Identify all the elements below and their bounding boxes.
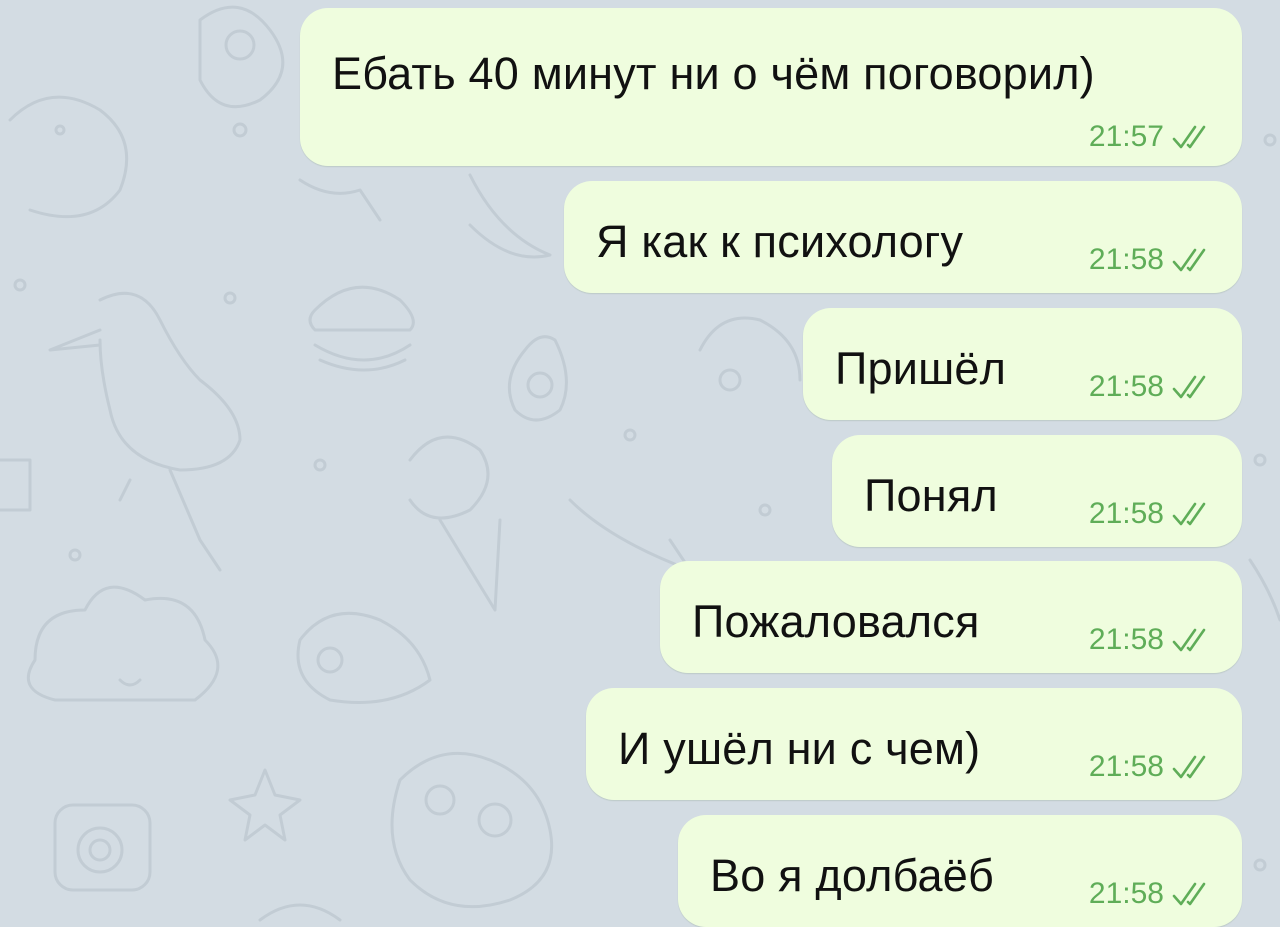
outgoing-message-bubble[interactable]: Во я долбаёб 21:58 <box>678 815 1242 927</box>
message-time: 21:58 <box>1088 243 1164 276</box>
message-text: И ушёл ни с чем) <box>618 723 981 774</box>
double-check-icon <box>1172 375 1206 399</box>
outgoing-message-bubble[interactable]: И ушёл ни с чем) 21:58 <box>586 688 1242 800</box>
message-time: 21:58 <box>1088 497 1164 530</box>
double-check-icon <box>1172 628 1206 652</box>
double-check-icon <box>1172 755 1206 779</box>
message-time: 21:58 <box>1088 370 1164 403</box>
message-text: Понял <box>864 470 998 521</box>
message-meta: 21:58 <box>1089 243 1212 277</box>
double-check-icon <box>1172 125 1206 149</box>
outgoing-message-bubble[interactable]: Пришёл 21:58 <box>803 308 1242 420</box>
message-meta: 21:58 <box>1089 877 1212 911</box>
message-text: Пришёл <box>835 343 1007 394</box>
message-text: Во я долбаёб <box>710 850 994 901</box>
message-text: Я как к психологу <box>596 216 964 267</box>
message-meta: 21:58 <box>1089 497 1212 531</box>
outgoing-message-bubble[interactable]: Понял 21:58 <box>832 435 1242 547</box>
outgoing-message-bubble[interactable]: Ебать 40 минут ни о чём поговорил) 21:57 <box>300 8 1242 166</box>
outgoing-message-bubble[interactable]: Пожаловался 21:58 <box>660 561 1242 673</box>
double-check-icon <box>1172 882 1206 906</box>
message-time: 21:58 <box>1088 623 1164 656</box>
message-list[interactable]: Ебать 40 минут ни о чём поговорил) 21:57… <box>0 0 1280 927</box>
message-meta: 21:58 <box>1089 750 1212 784</box>
double-check-icon <box>1172 248 1206 272</box>
message-meta: 21:58 <box>1089 370 1212 404</box>
message-time: 21:58 <box>1088 750 1164 783</box>
outgoing-message-bubble[interactable]: Я как к психологу 21:58 <box>564 181 1242 293</box>
message-text: Ебать 40 минут ни о чём поговорил) <box>332 48 1095 99</box>
double-check-icon <box>1172 502 1206 526</box>
message-time: 21:57 <box>1088 120 1164 153</box>
message-meta: 21:57 <box>1089 120 1212 154</box>
message-meta: 21:58 <box>1089 623 1212 657</box>
message-text: Пожаловался <box>692 596 980 647</box>
message-time: 21:58 <box>1088 877 1164 910</box>
